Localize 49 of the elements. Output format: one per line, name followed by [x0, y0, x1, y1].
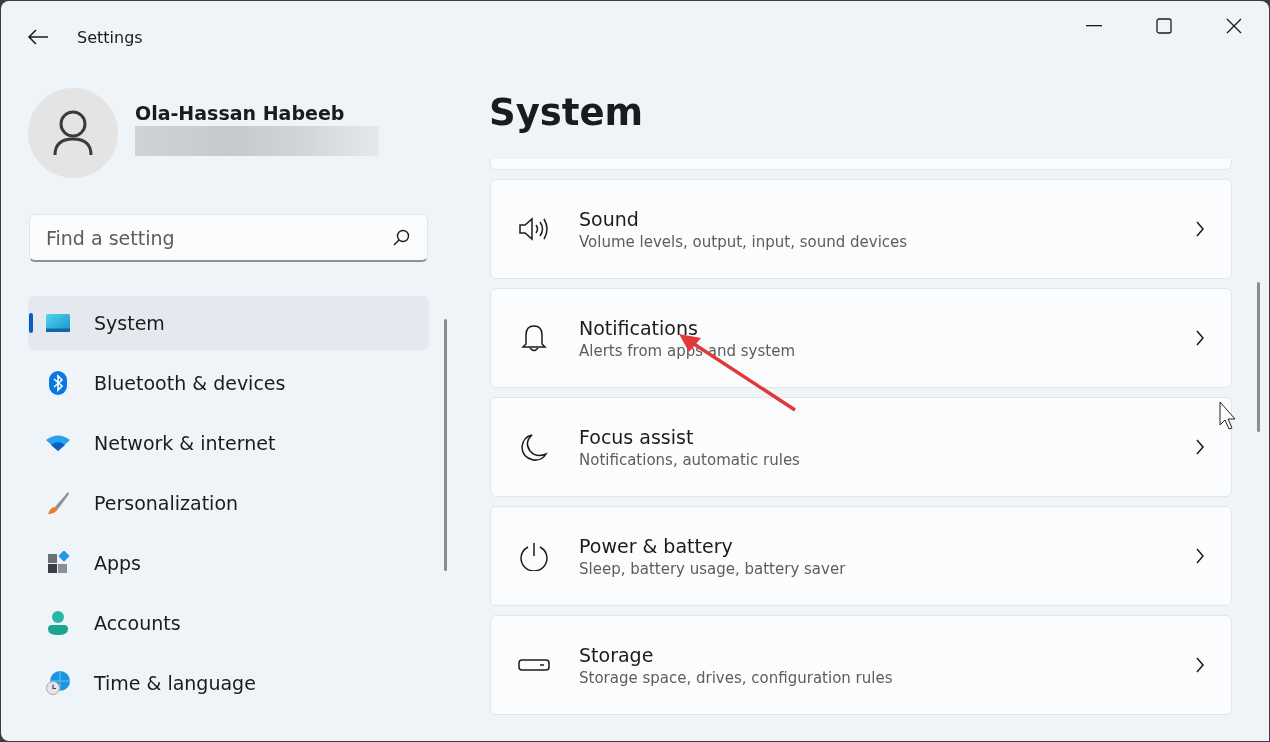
settings-card[interactable]: Power & battery Sleep, battery usage, battery saver [490, 506, 1232, 606]
card-subtitle: Notifications, automatic rules [579, 450, 801, 469]
cursor-icon [1219, 401, 1237, 431]
sidebar-item[interactable]: Time & language [28, 656, 429, 710]
search-icon [392, 229, 410, 247]
minimize-icon [1086, 25, 1102, 27]
settings-card[interactable]: Sound Volume levels, output, input, sound devices [490, 179, 1232, 279]
window-title: Settings [77, 28, 143, 47]
chevron-icon [1195, 330, 1205, 346]
chevron-icon [1195, 221, 1205, 237]
wifi-icon [46, 434, 70, 452]
user-name: Ola-Hassan Habeeb [135, 102, 346, 124]
card-title: Notifications [579, 316, 699, 339]
maximize-icon [1156, 18, 1172, 34]
moon-icon [520, 432, 548, 462]
back-arrow-icon [27, 27, 49, 46]
search-field[interactable]: Find a setting [29, 214, 428, 262]
apps-icon [46, 551, 70, 575]
drive-icon [518, 659, 550, 671]
scrollbar[interactable] [444, 319, 447, 571]
chevron-icon [1195, 548, 1205, 564]
card-title: Power & battery [579, 534, 734, 557]
sidebar-item[interactable]: Accounts [28, 596, 429, 650]
chevron-icon [1195, 439, 1205, 455]
settings-card[interactable]: Focus assist Notifications, automatic rules [490, 397, 1232, 497]
settings-card[interactable]: Storage Storage space, drives, configuration rules [490, 615, 1232, 715]
globe-clock-icon [46, 671, 70, 695]
monitor-icon [46, 314, 70, 332]
sidebar-item[interactable]: Bluetooth & devices [28, 356, 429, 410]
person-icon [47, 611, 69, 635]
close-icon [1226, 18, 1242, 34]
scrollbar[interactable] [1257, 282, 1260, 432]
card-title: Sound [579, 207, 640, 230]
card-subtitle: Storage space, drives, configuration rules [579, 668, 894, 687]
card-subtitle: Sleep, battery usage, battery saver [579, 559, 847, 578]
power-icon [519, 541, 549, 571]
card-title: Storage [579, 643, 655, 666]
sidebar-item[interactable]: System [28, 296, 429, 350]
speaker-icon [518, 216, 550, 242]
page-title: System [489, 91, 645, 136]
paintbrush-icon [46, 491, 70, 515]
card-title: Focus assist [579, 425, 695, 448]
sidebar-item[interactable]: Personalization [28, 476, 429, 530]
sidebar-item[interactable]: Network & internet [28, 416, 429, 470]
bluetooth-icon [49, 371, 67, 395]
chevron-icon [1195, 657, 1205, 673]
sidebar-item[interactable]: Apps [28, 536, 429, 590]
bell-icon [520, 323, 548, 353]
card-subtitle: Volume levels, output, input, sound devices [579, 232, 909, 251]
